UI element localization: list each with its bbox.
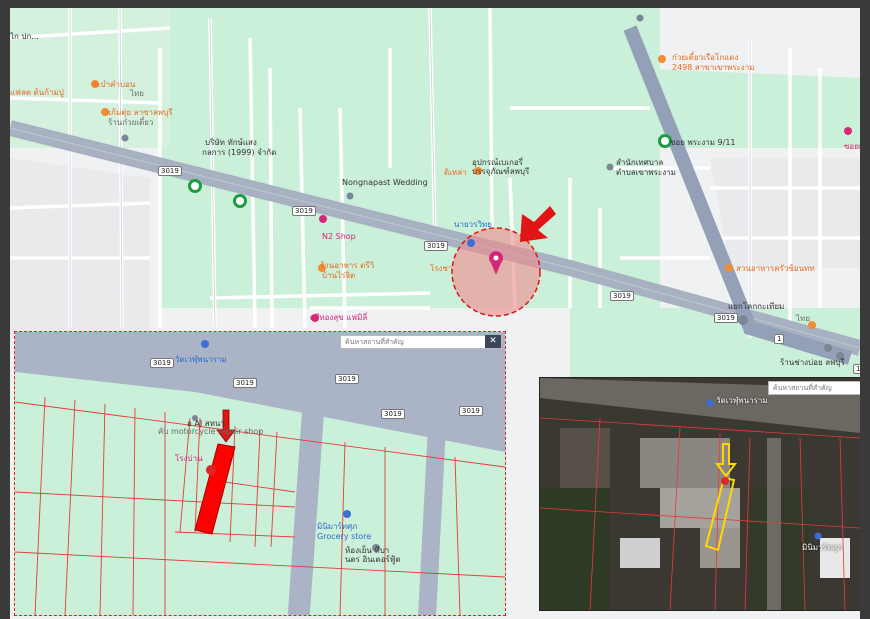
inset-place-label[interactable]: นตร อินเตอร์ฟู้ด	[345, 555, 401, 564]
map-place-label[interactable]: ดิเหล่า	[444, 168, 467, 177]
tree-area	[540, 488, 610, 610]
satellite-inset[interactable]: ค้นหาสถานที่สำคัญ วัดเวฬุพนารามมินิมาร์ท…	[539, 377, 860, 611]
map-place-label[interactable]: สำนักเทศบาล	[616, 158, 663, 167]
green-area	[160, 8, 660, 308]
map-place-label[interactable]: ร้านก๋วยเตี๋ยว	[108, 118, 153, 127]
bus-stop-icon	[233, 194, 247, 208]
map-place-label[interactable]: นายวรวิทย	[454, 220, 492, 229]
search-placeholder: ค้นหาสถานที่สำคัญ	[345, 338, 404, 346]
map-place-label[interactable]: 2498 สาขาเขาพระงาม	[672, 63, 754, 72]
road-number-shield: 1	[774, 334, 785, 344]
map-place-label[interactable]: สวนอาหารครัวซ้อนทท	[736, 264, 815, 273]
map-place-label[interactable]: ไทย	[796, 314, 810, 323]
rooftop	[620, 538, 660, 568]
map-place-label[interactable]: ระบำคำบอน	[92, 80, 135, 89]
map-place-label[interactable]: แยกโคกกะเทียม	[728, 302, 784, 311]
map-place-label[interactable]: แฟลต ต้นก้ามปู	[10, 88, 64, 97]
road-number-shield: 3019	[233, 378, 257, 388]
road-number-shield: 3019	[714, 313, 738, 323]
satellite-place-label[interactable]: วัดเวฬุพนาราม	[716, 396, 768, 405]
temple-icon	[201, 340, 209, 348]
map-place-label[interactable]: ร้านช่างบ่อย ลพบุรี	[780, 358, 845, 367]
road-number-shield: 3019	[459, 406, 483, 416]
zoomed-parcel-inset[interactable]: ค้นหาสถานที่สำคัญ ✕ วัดเวฬุพนารามอ AJ สห…	[14, 331, 506, 616]
road-number-shield: 3019	[424, 241, 448, 251]
rooftop	[560, 428, 610, 488]
search-box[interactable]: ค้นหาสถานที่สำคัญ	[768, 381, 860, 395]
inset-place-label[interactable]: วัดเวฬุพนาราม	[175, 355, 227, 364]
residential-area	[710, 158, 860, 268]
side-road	[287, 406, 325, 615]
store-icon	[343, 510, 351, 518]
map-place-label[interactable]: บริษัท ทักษ์แสง	[205, 138, 257, 147]
location-pin-icon	[721, 477, 729, 485]
map-place-label[interactable]: ซอยเข	[844, 142, 860, 151]
rooftop	[700, 528, 740, 568]
map-place-label[interactable]: ร้านอาหาร ตรีวิ	[320, 261, 374, 270]
inset-place-label[interactable]: ห้องเย็น ทีบา	[345, 546, 389, 555]
road-number-shield: 3019	[610, 291, 634, 301]
close-button[interactable]: ✕	[485, 335, 501, 348]
map-place-label[interactable]: กลการ (1999) จำกัด	[202, 148, 276, 157]
residential-area	[10, 158, 150, 338]
map-place-label[interactable]: ไก ปก...	[10, 32, 39, 41]
road-number-shield: 3019	[292, 206, 316, 216]
parcel-map	[15, 332, 505, 615]
inset-place-label[interactable]: มินิมาร์ทศุภ	[317, 522, 357, 531]
map-place-label[interactable]: โรงชา	[430, 264, 452, 273]
bus-stop-icon	[188, 179, 202, 193]
road-number-shield: 1	[853, 364, 860, 374]
map-place-label[interactable]: ก๋วยเตี๋ยวเรือโกแดง	[672, 53, 738, 62]
road-number-shield: 3019	[150, 358, 174, 368]
side-road	[418, 431, 446, 615]
road-number-shield: 3019	[335, 374, 359, 384]
map-place-label[interactable]: บ้านไร่จิต	[322, 271, 355, 280]
map-place-label[interactable]: ตำบลเขาพระงาม	[616, 168, 676, 177]
store-icon	[814, 532, 822, 540]
search-box[interactable]: ค้นหาสถานที่สำคัญ ✕	[340, 335, 502, 349]
map-place-label[interactable]: แก้มตุ่ย ลาซาลพบุรี	[106, 108, 173, 117]
search-placeholder: ค้นหาสถานที่สำคัญ	[773, 384, 832, 392]
map-composite: ไก ปก... ระบำคำบอน ไทย แฟลต ต้นก้ามปู แก้มตุ…	[10, 8, 860, 619]
map-place-label[interactable]: อุปกรณ์เบเกอรี่	[472, 158, 523, 167]
map-place-label[interactable]: ศรีทองสุข แฟมิลี่	[310, 313, 367, 322]
satellite-place-label[interactable]: มินิมาร์ทศุภ	[802, 543, 842, 552]
location-pin-icon	[206, 465, 216, 475]
road-number-shield: 3019	[381, 409, 405, 419]
inset-place-label[interactable]: คับ motorcycle repair shop	[158, 427, 263, 436]
map-place-label[interactable]: N2 Shop	[322, 232, 356, 241]
inset-place-label[interactable]: โรงบ่าน	[175, 454, 203, 463]
side-road	[767, 438, 781, 610]
map-place-label[interactable]: ซอย พระงาม 9/11	[670, 138, 736, 147]
map-place-label[interactable]: ไทย	[130, 89, 144, 98]
map-place-label[interactable]: Nongnapast Wedding	[342, 178, 428, 187]
satellite-view	[540, 378, 860, 610]
temple-icon	[706, 399, 714, 407]
map-place-label[interactable]: บรรจุภัณฑ์ลพบุรี	[472, 167, 529, 176]
inset-place-label[interactable]: Grocery store	[317, 532, 371, 541]
road-number-shield: 3019	[158, 166, 182, 176]
bank-icon	[467, 239, 475, 247]
